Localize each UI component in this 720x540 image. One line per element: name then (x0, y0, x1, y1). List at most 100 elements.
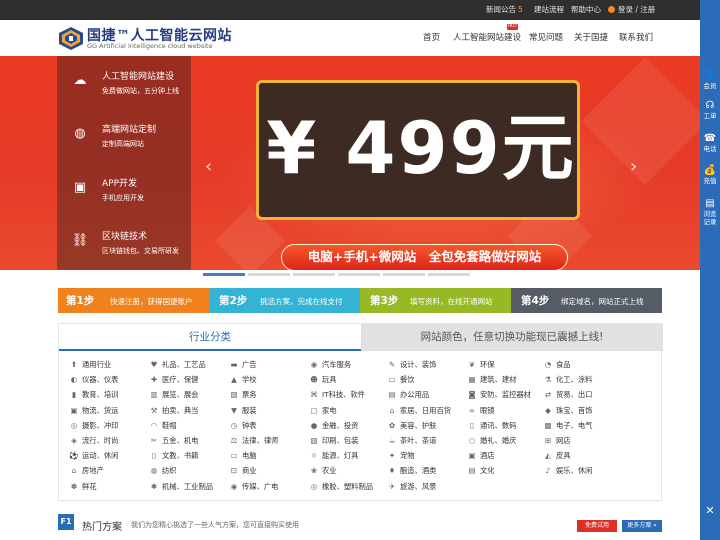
free-trial-button[interactable]: 免费试用 (577, 520, 617, 532)
industry-item[interactable]: ◍ 纺织 (149, 465, 177, 477)
service-item-ai-site[interactable]: ☁ 人工智能网站建设 免费做网站，五分钟上线 (57, 56, 191, 109)
step-4[interactable]: 第4步 绑定域名，网站正式上线 (511, 288, 662, 313)
news-notice-link[interactable]: 新闻公告 5 (486, 0, 523, 20)
industry-item[interactable]: ⚽ 运动、休闲 (69, 450, 118, 462)
sidebar-item-recharge[interactable]: 💰 充值 (700, 165, 720, 185)
service-item-blockchain[interactable]: ⛓ 区块链技术 区块链钱包、交易所研发 (57, 216, 191, 269)
industry-item[interactable]: ✿ 美容、护肤 (387, 420, 437, 432)
industry-item[interactable]: ❀ 农业 (309, 465, 337, 477)
industry-item[interactable]: ▤ 文化 (467, 465, 494, 477)
industry-item[interactable]: ⌂ 家居、日用百货 (387, 405, 451, 417)
nav-item-about[interactable]: 关于国捷 (574, 31, 608, 43)
industry-item[interactable]: ∞ 眼镜 (467, 405, 495, 417)
logo-icon[interactable] (59, 27, 83, 50)
industry-item[interactable]: ◐ 仪器、仪表 (69, 374, 119, 386)
nav-item-faq[interactable]: 常见问题 (529, 31, 563, 43)
industry-item[interactable]: ☕ 茶叶、茶道 (387, 435, 437, 447)
industry-item[interactable]: ▯ 文教、书籍 (149, 450, 199, 462)
industry-item[interactable]: ✂ 五金、机电 (149, 435, 199, 447)
login-register-link[interactable]: 登录 / 注册 (608, 0, 655, 20)
close-icon[interactable]: ✕ (700, 504, 720, 517)
carousel-dot[interactable] (248, 273, 290, 276)
industry-item[interactable]: ▣ 物流、货运 (69, 405, 118, 417)
industry-item[interactable]: ○ 婚礼、婚庆 (467, 435, 517, 447)
industry-item[interactable]: ✦ 宠物 (387, 450, 415, 462)
industry-item[interactable]: ● 金融、投资 (309, 420, 359, 432)
tab-industry[interactable]: 行业分类 (59, 324, 361, 351)
tab-site-colors[interactable]: 网站颜色，任意切换功能现已震撼上线! (361, 324, 663, 351)
industry-item[interactable]: ⇄ 贸易、出口 (543, 389, 593, 401)
industry-item[interactable]: ◔ 食品 (543, 359, 571, 371)
nav-item-ai-site[interactable]: 人工智能网站建设 (453, 31, 521, 43)
carousel-dot[interactable] (203, 273, 245, 276)
industry-item[interactable]: ◙ 安防、监控器材 (467, 389, 531, 401)
industry-item[interactable]: ◎ 橡胶、塑料制品 (309, 481, 373, 493)
sidebar-item-ticket[interactable]: ☊ 工单 (700, 100, 720, 120)
industry-item[interactable]: ▤ 办公用品 (387, 389, 429, 401)
nav-item-home[interactable]: 首页 (423, 31, 440, 43)
industry-item[interactable]: ⌘ IT科技、软件 (309, 389, 365, 401)
industry-item[interactable]: ▮ 教育、培训 (69, 389, 119, 401)
carousel-dot[interactable] (338, 273, 380, 276)
industry-item[interactable]: ♪ 娱乐、休闲 (543, 465, 593, 477)
industry-item[interactable]: ☻ 玩具 (309, 374, 337, 386)
nav-item-contact[interactable]: 联系我们 (619, 31, 653, 43)
industry-item[interactable]: ◉ 传媒、广电 (229, 481, 279, 493)
industry-item[interactable]: ⚒ 拍卖、典当 (149, 405, 199, 417)
industry-item[interactable]: ✚ 医疗、保健 (149, 374, 199, 386)
industry-item[interactable]: ▣ 酒店 (467, 450, 494, 462)
service-item-custom-site[interactable]: ◍ 高端网站定制 定制高端网站 (57, 109, 191, 162)
industry-item[interactable]: ▢ 家电 (309, 405, 336, 417)
industry-item[interactable]: ◭ 皮具 (543, 450, 570, 462)
industry-item[interactable]: ◠ 鞋帽 (149, 420, 177, 432)
flask-icon: ⚗ (544, 375, 552, 385)
topbar-link-process[interactable]: 建站流程 (534, 0, 564, 20)
sidebar-item-member[interactable]: 👤 会员 (700, 70, 720, 90)
industry-item[interactable]: ▭ 电脑 (229, 450, 256, 462)
sidebar-item-history[interactable]: ▤ 浏览记录 (700, 198, 720, 226)
industry-item[interactable]: ▯ 通讯、数码 (467, 420, 517, 432)
industry-item[interactable]: ✽ 鲜花 (69, 481, 97, 493)
sidebar-item-phone[interactable]: ☎ 电话 (700, 133, 720, 153)
industry-item[interactable]: ▩ 电子、电气 (543, 420, 592, 432)
industry-item[interactable]: ⬆ 通用行业 (69, 359, 111, 371)
industry-item[interactable]: ❦ 环保 (467, 359, 495, 371)
industry-item[interactable]: ♥ 礼品、工艺品 (149, 359, 206, 371)
industry-item[interactable]: ✱ 机械、工业制品 (149, 481, 213, 493)
chevron-right-icon[interactable]: › (630, 156, 637, 177)
carousel-dot[interactable] (293, 273, 335, 276)
industry-item[interactable]: ◉ 汽车服务 (309, 359, 351, 371)
carousel-dot[interactable] (428, 273, 470, 276)
topbar-link-help[interactable]: 帮助中心 (571, 0, 601, 20)
industry-item[interactable]: ⚖ 法律、律师 (229, 435, 279, 447)
industry-item[interactable]: ⚗ 化工、涂料 (543, 374, 593, 386)
step-2[interactable]: 第2步 挑选方案，完成在线支付 (209, 288, 368, 313)
industry-item[interactable]: ▧ 票务 (229, 389, 256, 401)
industry-item[interactable]: ▥ 展览、展会 (149, 389, 198, 401)
industry-item[interactable]: ✎ 设计、装饰 (387, 359, 437, 371)
industry-item[interactable]: ▦ 建筑、建材 (467, 374, 516, 386)
industry-item[interactable]: ✈ 旅游、风景 (387, 481, 437, 493)
industry-item[interactable]: ◆ 珠宝、首饰 (543, 405, 592, 417)
step-3[interactable]: 第3步 填写资料，在线开通网站 (360, 288, 519, 313)
service-item-app[interactable]: ▣ APP开发 手机应用开发 (57, 163, 191, 216)
step-1[interactable]: 第1步 快速注册，获得国捷账户 (58, 288, 217, 313)
industry-item[interactable]: ☼ 能源、灯具 (309, 450, 359, 462)
banner-slogan[interactable]: 电脑+手机+微网站 全包免套路做好网站 (281, 244, 568, 270)
industry-item[interactable]: ▭ 餐饮 (387, 374, 414, 386)
more-solutions-button[interactable]: 更多方案 » (622, 520, 662, 532)
industry-item[interactable]: ▼ 服装 (229, 405, 256, 417)
industry-item[interactable]: ⊡ 商业 (229, 465, 257, 477)
industry-item[interactable]: ▲ 学校 (229, 374, 256, 386)
industry-item[interactable]: ♦ 酿造、酒类 (387, 465, 437, 477)
industry-item[interactable]: ▬ 广告 (229, 359, 256, 371)
industry-item[interactable]: ◎ 摄影、冲印 (69, 420, 119, 432)
industry-label: 商业 (242, 466, 257, 476)
chevron-left-icon[interactable]: ‹ (205, 156, 212, 177)
industry-item[interactable]: ⊞ 网店 (543, 435, 571, 447)
industry-item[interactable]: ▨ 印刷、包装 (309, 435, 358, 447)
carousel-dot[interactable] (383, 273, 425, 276)
industry-item[interactable]: ◈ 流行、时尚 (69, 435, 118, 447)
industry-item[interactable]: ⌂ 房地产 (69, 465, 104, 477)
industry-item[interactable]: ◷ 钟表 (229, 420, 257, 432)
